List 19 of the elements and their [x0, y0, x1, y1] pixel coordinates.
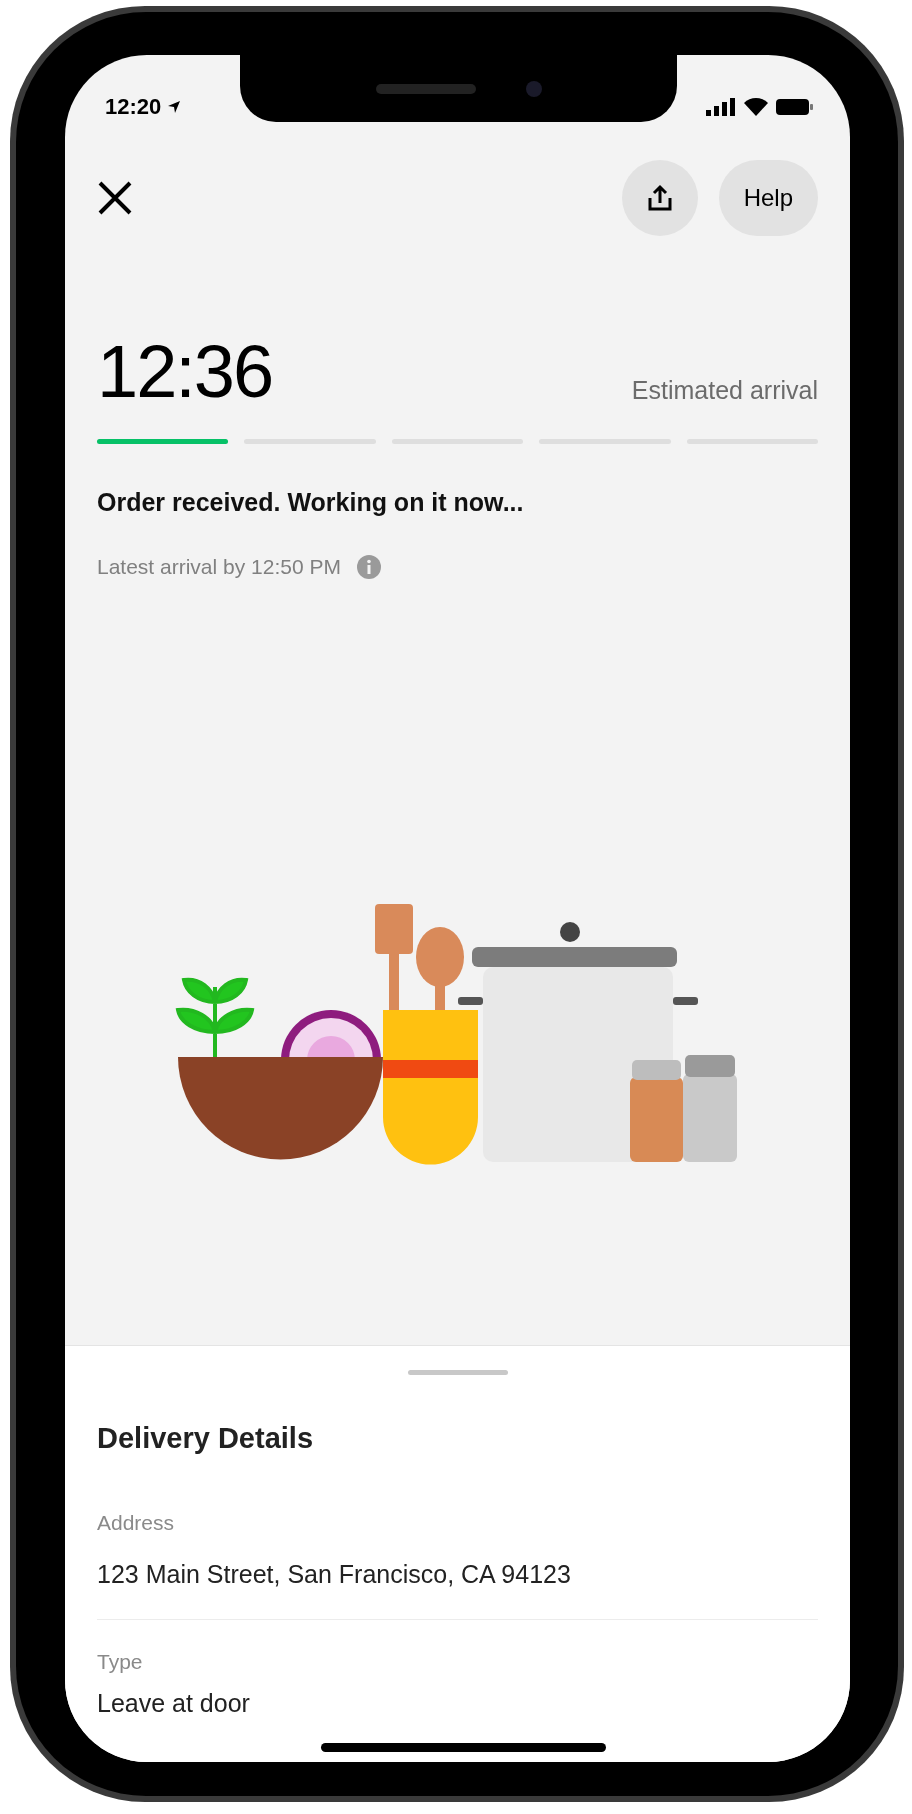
- eta-time: 12:36: [97, 335, 273, 409]
- field-value: Leave at door: [97, 1688, 250, 1718]
- info-icon[interactable]: [356, 555, 381, 579]
- close-icon[interactable]: [97, 180, 133, 216]
- signal-icon: [706, 98, 736, 116]
- field-label: Address: [97, 1511, 175, 1535]
- help-button[interactable]: Help: [718, 160, 818, 236]
- status-time: 12:20: [105, 95, 162, 119]
- eta-label: Estimated arrival: [631, 375, 818, 406]
- field-value: 123 Main Street, San Francisco, CA 94123: [97, 1559, 571, 1589]
- location-arrow-icon: [167, 100, 182, 114]
- wifi-icon: [744, 98, 768, 116]
- share-icon: [646, 184, 673, 212]
- battery-icon: [776, 98, 814, 116]
- section-title: Delivery Details: [97, 1421, 314, 1455]
- field-label: Type: [97, 1650, 143, 1674]
- status-headline: Order received. Working on it now...: [97, 487, 525, 517]
- arrival-detail: Latest arrival by 12:50 PM: [97, 554, 341, 580]
- sheet-handle[interactable]: [407, 1370, 508, 1375]
